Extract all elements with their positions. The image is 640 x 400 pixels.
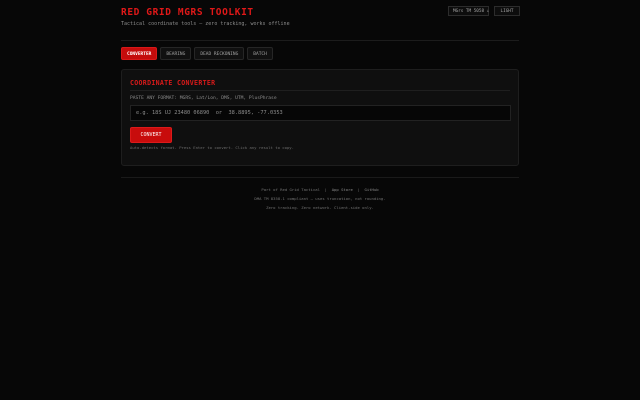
input-label: PASTE ANY FORMAT: MGRS, Lat/Lon, DMS, UT… xyxy=(130,96,277,101)
tab-converter[interactable]: CONVERTER xyxy=(121,47,158,60)
github-link[interactable]: GitHub xyxy=(365,187,379,192)
page-title: RED GRID MGRS TOOLKIT xyxy=(121,7,254,18)
page-footer: Part of Red Grid Tactical | App Store | … xyxy=(121,185,519,212)
tab-dead-reckoning[interactable]: DEAD RECKONING xyxy=(194,47,245,60)
footer-compliance: DMA TM 8358.1 compliant — uses truncatio… xyxy=(254,196,386,201)
mgrs-standard-button[interactable]: MGrs TM 5058 ↓ xyxy=(448,6,489,16)
converter-hint: Auto-detects format. Press Enter to conv… xyxy=(130,145,294,150)
light-mode-button[interactable]: LIGHT xyxy=(494,6,520,16)
footer-links: Part of Red Grid Tactical | App Store | … xyxy=(121,185,519,194)
tab-batch[interactable]: BATCH xyxy=(247,47,273,60)
footer-privacy: Zero tracking. Zero network. Client-side… xyxy=(266,205,374,210)
tab-bar: CONVERTER BEARING DEAD RECKONING BATCH xyxy=(121,47,273,60)
footer-separator: | xyxy=(324,187,328,192)
coordinate-input[interactable] xyxy=(130,105,511,121)
footer-part-of: Part of Red Grid Tactical xyxy=(261,187,320,192)
convert-button[interactable]: CONVERT xyxy=(130,127,172,143)
app-store-link[interactable]: App Store xyxy=(332,187,353,192)
footer-divider xyxy=(121,177,519,178)
converter-card: COORDINATE CONVERTER PASTE ANY FORMAT: M… xyxy=(121,69,519,166)
footer-separator: | xyxy=(357,187,360,192)
tab-bearing[interactable]: BEARING xyxy=(160,47,192,60)
converter-title: COORDINATE CONVERTER xyxy=(130,79,216,87)
page-subtitle: Tactical coordinate tools — zero trackin… xyxy=(121,21,290,27)
app-container: RED GRID MGRS TOOLKIT Tactical coordinat… xyxy=(121,0,520,210)
page-header: RED GRID MGRS TOOLKIT Tactical coordinat… xyxy=(121,0,520,41)
divider xyxy=(130,90,510,91)
